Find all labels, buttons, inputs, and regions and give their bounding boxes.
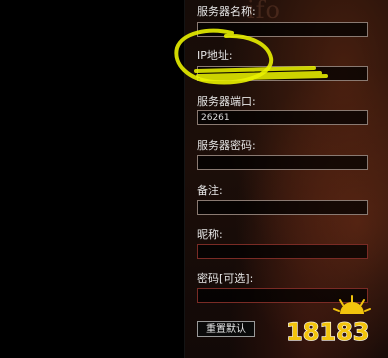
optional-password-label: 密码[可选]:	[197, 272, 254, 285]
server-password-input[interactable]	[197, 155, 368, 170]
server-name-input[interactable]	[197, 22, 368, 37]
ip-address-label: IP地址:	[197, 49, 233, 62]
note-input[interactable]	[197, 200, 368, 215]
server-port-input[interactable]	[197, 110, 368, 125]
nickname-label: 昵称:	[197, 228, 223, 241]
reset-default-button[interactable]: 重置默认	[197, 321, 255, 337]
server-password-label: 服务器密码:	[197, 139, 256, 152]
server-name-label: 服务器名称:	[197, 5, 256, 18]
note-label: 备注:	[197, 184, 223, 197]
site-watermark: 18183	[282, 292, 386, 348]
nickname-input[interactable]	[197, 244, 368, 259]
watermark-text: 18183	[286, 318, 370, 346]
ip-address-input[interactable]	[197, 66, 368, 81]
server-port-label: 服务器端口:	[197, 95, 256, 108]
sun-logo-icon: 18183	[285, 295, 371, 347]
server-list-panel[interactable]	[0, 0, 185, 358]
